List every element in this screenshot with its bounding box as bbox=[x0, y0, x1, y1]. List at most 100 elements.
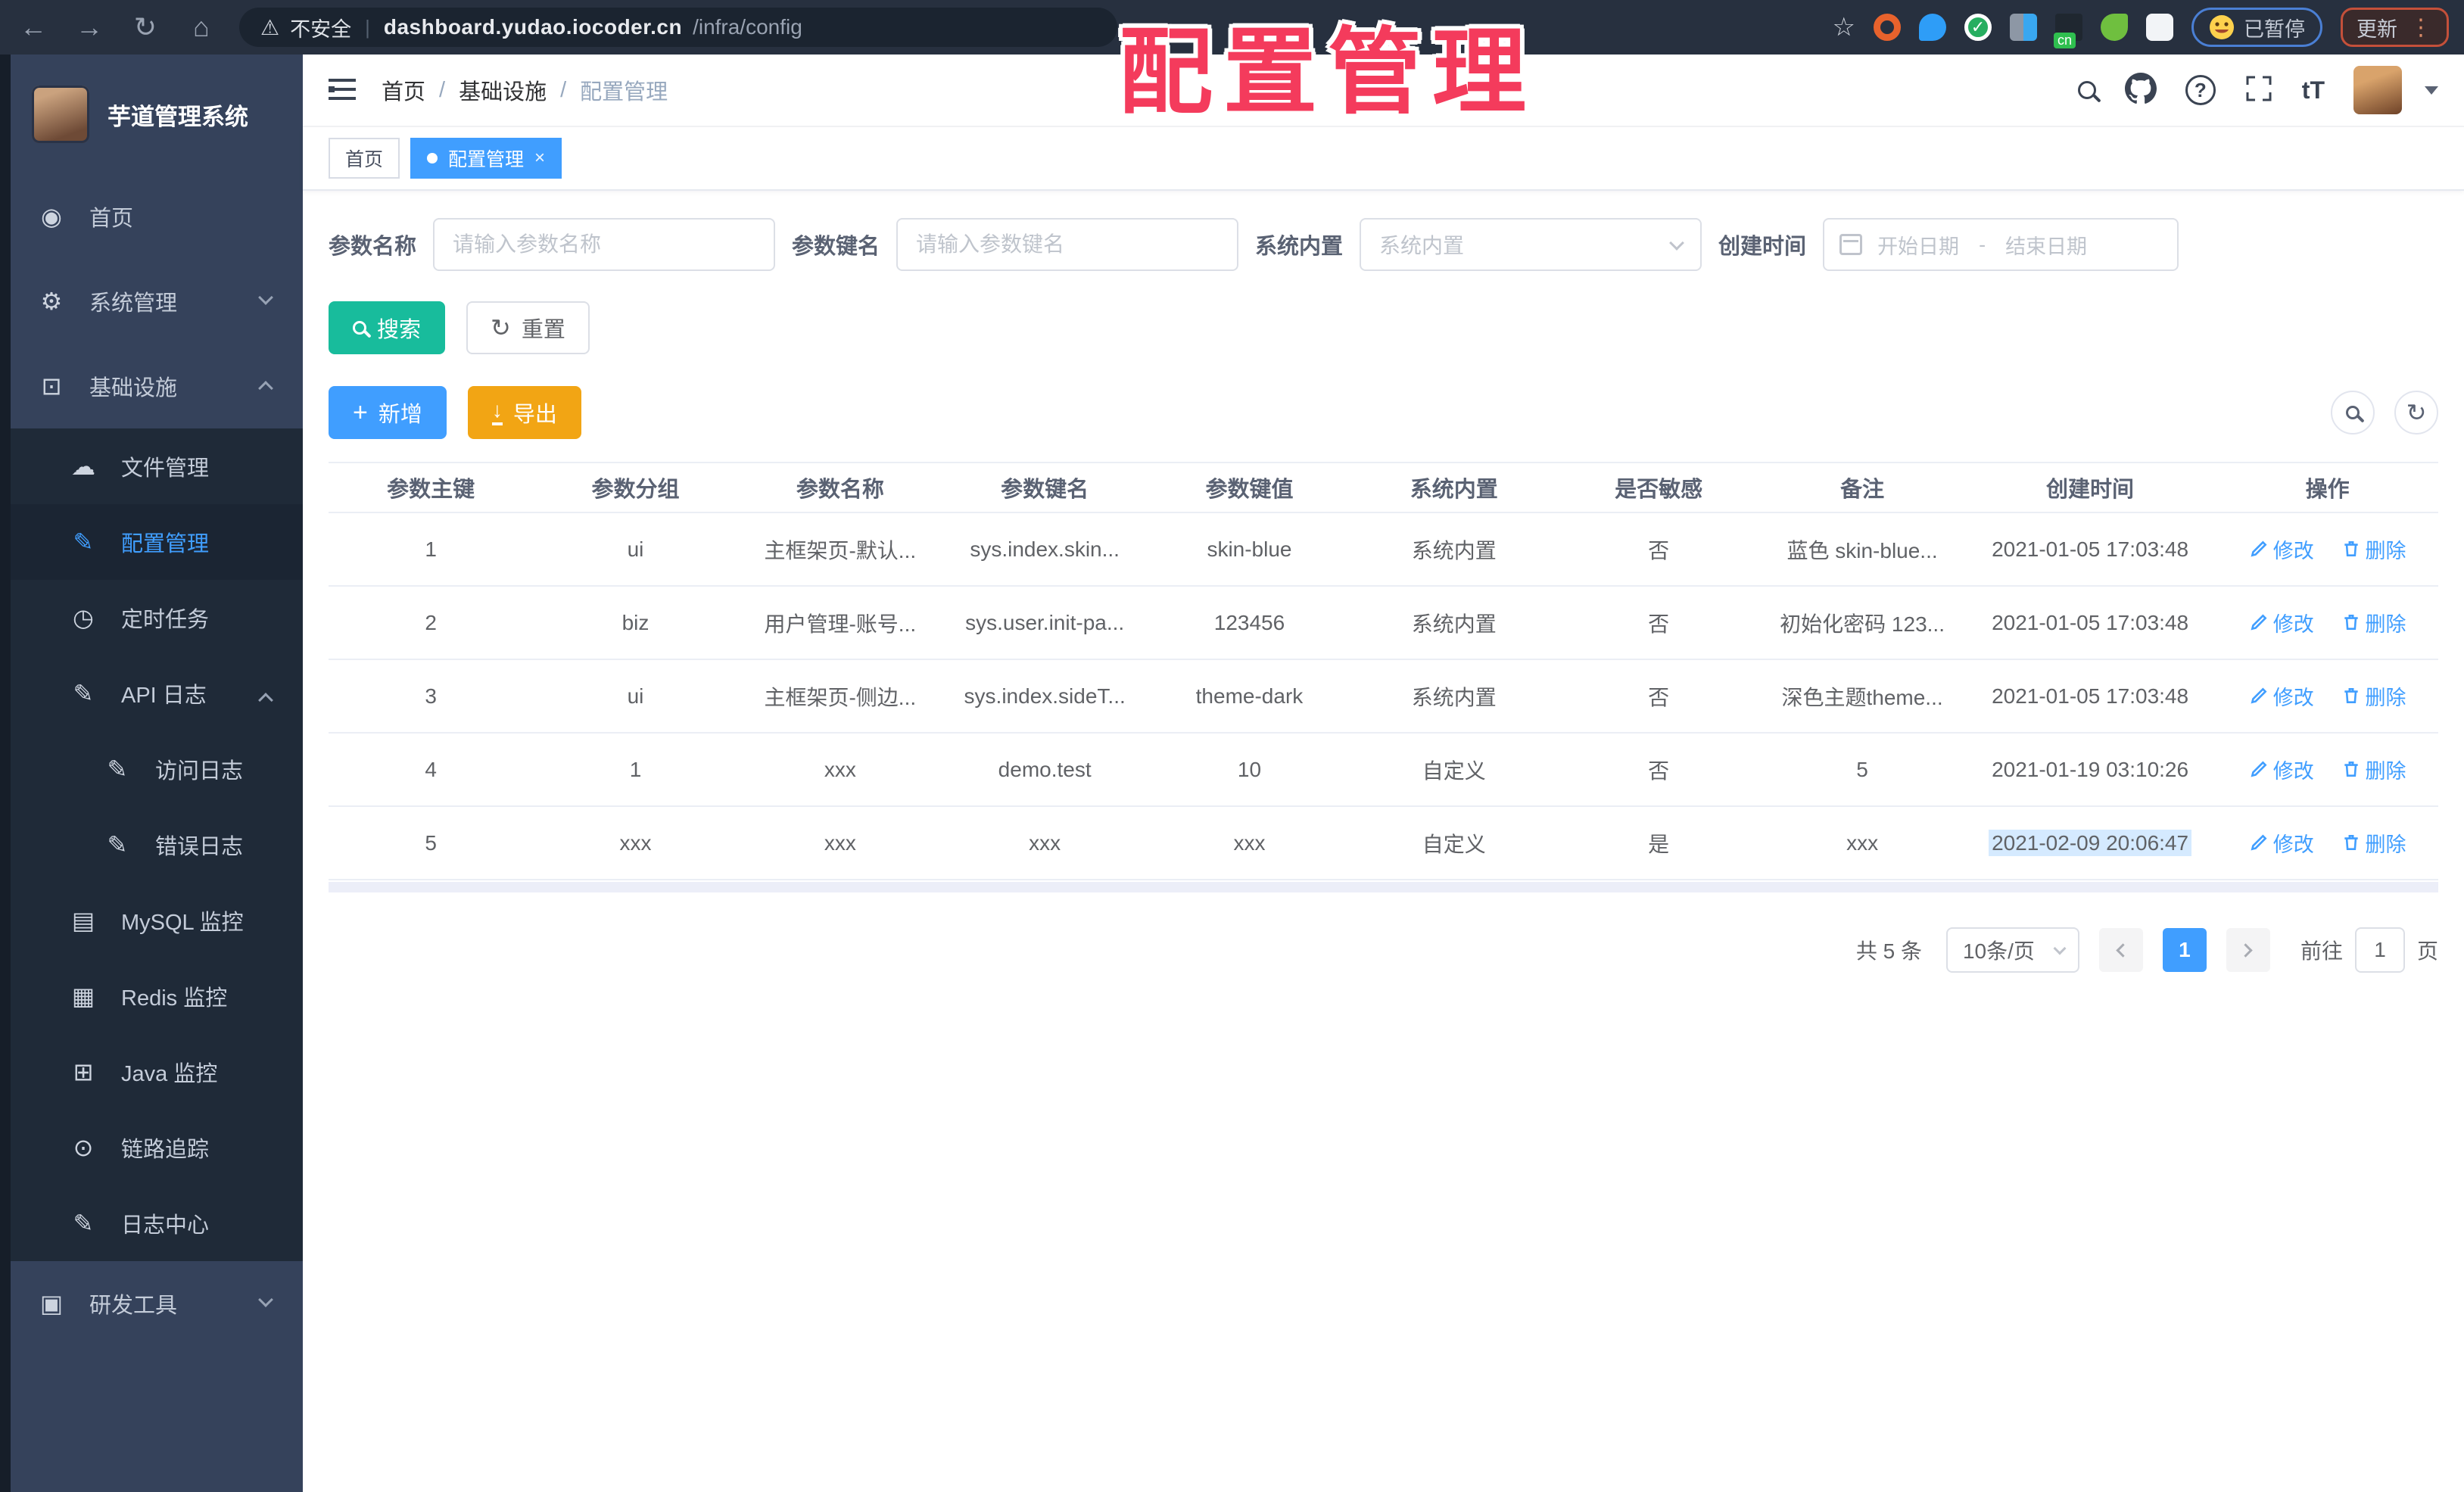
calendar-icon bbox=[1839, 234, 1863, 255]
filter-form: 参数名称 参数键名 系统内置 系统内置 创建时间 开始日期 - 结束日期 bbox=[329, 218, 2438, 271]
param-name-input[interactable] bbox=[433, 218, 776, 271]
cell-sensitive: 否 bbox=[1556, 659, 1762, 734]
cell-value: 123456 bbox=[1147, 586, 1352, 660]
edit-icon bbox=[2251, 540, 2267, 557]
sidebar-item-config[interactable]: ✎ 配置管理 bbox=[0, 504, 303, 580]
cell-name: 用户管理-账号... bbox=[737, 586, 942, 660]
type-select-placeholder: 系统内置 bbox=[1379, 234, 1465, 257]
page-size-select[interactable]: 10条/页 bbox=[1945, 927, 2079, 973]
sidebar-item-job[interactable]: ◷ 定时任务 bbox=[0, 580, 303, 656]
extension-check-icon[interactable]: ✓ bbox=[1964, 14, 1992, 41]
extension-cn-icon[interactable] bbox=[2054, 14, 2082, 48]
extension-icon[interactable] bbox=[1874, 14, 1901, 41]
trash-icon bbox=[2344, 541, 2358, 557]
sidebar-item-access-log[interactable]: ✎ 访问日志 bbox=[0, 731, 303, 807]
sidebar-item-error-log[interactable]: ✎ 错误日志 bbox=[0, 807, 303, 883]
export-button[interactable]: ↓ 导出 bbox=[467, 386, 581, 439]
chevron-up-icon bbox=[258, 693, 273, 708]
delete-link[interactable]: 删除 bbox=[2341, 534, 2406, 564]
cell-key: sys.user.init-pa... bbox=[942, 586, 1148, 660]
browser-home-icon[interactable]: ⌂ bbox=[183, 9, 220, 45]
extension-grid-icon[interactable] bbox=[2010, 14, 2037, 41]
sidebar-item-infra[interactable]: ⊡ 基础设施 bbox=[0, 344, 303, 428]
tag-config-active[interactable]: 配置管理 × bbox=[410, 138, 562, 179]
avatar[interactable] bbox=[2353, 66, 2402, 114]
dashboard-icon: ◉ bbox=[41, 203, 62, 230]
edit-link[interactable]: 修改 bbox=[2249, 828, 2314, 858]
toggle-search-button[interactable] bbox=[2331, 391, 2375, 435]
browser-reload-icon[interactable]: ↻ bbox=[127, 9, 164, 45]
chevron-down-icon bbox=[1669, 235, 1684, 251]
paused-extension-pill[interactable]: 已暂停 bbox=[2191, 8, 2322, 47]
font-size-icon[interactable]: tT bbox=[2302, 76, 2325, 104]
search-icon[interactable] bbox=[2077, 81, 2096, 99]
github-icon[interactable] bbox=[2124, 72, 2157, 108]
breadcrumb: 首页 / 基础设施 / 配置管理 bbox=[382, 74, 668, 106]
search-button[interactable]: 搜索 bbox=[329, 301, 446, 354]
sidebar-item-java[interactable]: ⊞ Java 监控 bbox=[0, 1034, 303, 1110]
prev-page-button[interactable] bbox=[2098, 928, 2143, 972]
java-monitor-icon: ⊞ bbox=[73, 1058, 94, 1086]
refresh-table-button[interactable]: ↻ bbox=[2394, 391, 2438, 435]
col-created: 创建时间 bbox=[1963, 463, 2217, 513]
edit-link[interactable]: 修改 bbox=[2249, 755, 2314, 784]
table-row: 1 ui 主框架页-默认... sys.index.skin... skin-b… bbox=[329, 512, 2438, 587]
sidebar-item-trace[interactable]: ⊙ 链路追踪 bbox=[0, 1110, 303, 1185]
delete-link[interactable]: 删除 bbox=[2341, 608, 2406, 637]
collapse-sidebar-icon[interactable] bbox=[329, 79, 356, 101]
col-param-id: 参数主键 bbox=[329, 463, 534, 513]
help-icon[interactable]: ? bbox=[2185, 75, 2216, 105]
breadcrumb-home[interactable]: 首页 bbox=[382, 74, 425, 106]
tag-label: 首页 bbox=[345, 149, 384, 170]
fullscreen-icon[interactable] bbox=[2244, 74, 2273, 107]
edit-link[interactable]: 修改 bbox=[2249, 534, 2314, 564]
close-icon[interactable]: × bbox=[534, 148, 545, 169]
edit-link[interactable]: 修改 bbox=[2249, 608, 2314, 637]
type-select[interactable]: 系统内置 bbox=[1360, 218, 1702, 271]
page-1-button[interactable]: 1 bbox=[2162, 928, 2207, 972]
delete-link[interactable]: 删除 bbox=[2341, 681, 2406, 711]
param-key-input[interactable] bbox=[896, 218, 1239, 271]
table-scrollbar[interactable] bbox=[329, 882, 2438, 892]
sidebar-item-file[interactable]: ☁ 文件管理 bbox=[0, 428, 303, 504]
extension-pin-icon[interactable] bbox=[1919, 14, 1946, 41]
extensions-puzzle-icon[interactable] bbox=[2146, 14, 2173, 41]
reset-icon: ↻ bbox=[491, 314, 511, 341]
breadcrumb-infra[interactable]: 基础设施 bbox=[459, 74, 547, 106]
browser-menu-kebab-icon[interactable]: ⋮ bbox=[2409, 14, 2433, 41]
sidebar-item-log-center[interactable]: ✎ 日志中心 bbox=[0, 1185, 303, 1261]
reset-button-label: 重置 bbox=[521, 318, 565, 342]
add-button[interactable]: + 新增 bbox=[329, 386, 447, 439]
browser-update-button[interactable]: 更新 ⋮ bbox=[2341, 8, 2449, 47]
security-label[interactable]: 不安全 bbox=[290, 13, 351, 42]
edit-link[interactable]: 修改 bbox=[2249, 681, 2314, 711]
tag-home[interactable]: 首页 bbox=[329, 138, 400, 179]
cell-type: 系统内置 bbox=[1351, 586, 1556, 660]
tags-view-bar: 首页 配置管理 × bbox=[303, 127, 2464, 191]
sidebar-item-api-log[interactable]: ✎ API 日志 bbox=[0, 656, 303, 731]
delete-link[interactable]: 删除 bbox=[2341, 828, 2406, 858]
address-bar[interactable]: ⚠ 不安全 | dashboard.yudao.iocoder.cn/infra… bbox=[239, 8, 1117, 47]
browser-back-icon[interactable]: ← bbox=[15, 9, 51, 45]
delete-label: 删除 bbox=[2365, 539, 2406, 562]
sidebar-item-devtools[interactable]: ▣ 研发工具 bbox=[0, 1261, 303, 1346]
goto-page-input[interactable] bbox=[2354, 927, 2405, 973]
refresh-icon: ↻ bbox=[2406, 399, 2427, 426]
browser-forward-icon[interactable]: → bbox=[71, 9, 107, 45]
bookmark-star-icon[interactable]: ☆ bbox=[1833, 12, 1855, 42]
sidebar-item-mysql[interactable]: ▤ MySQL 监控 bbox=[0, 883, 303, 958]
sidebar-item-label: 首页 bbox=[89, 207, 134, 231]
next-page-button[interactable] bbox=[2226, 928, 2270, 972]
sidebar-item-redis[interactable]: ▦ Redis 监控 bbox=[0, 958, 303, 1034]
delete-link[interactable]: 删除 bbox=[2341, 755, 2406, 784]
sidebar-item-system[interactable]: ⚙ 系统管理 bbox=[0, 259, 303, 344]
extension-leaf-icon[interactable] bbox=[2101, 14, 2128, 41]
sidebar-item-home[interactable]: ◉ 首页 bbox=[0, 174, 303, 259]
date-range-picker[interactable]: 开始日期 - 结束日期 bbox=[1823, 218, 2179, 271]
reset-button[interactable]: ↻ 重置 bbox=[466, 301, 590, 354]
caret-down-icon[interactable] bbox=[2425, 86, 2438, 95]
edit-icon bbox=[2251, 761, 2267, 777]
search-icon bbox=[2346, 406, 2360, 419]
sidebar-logo-row[interactable]: 芋道管理系统 bbox=[0, 55, 303, 174]
update-label: 更新 bbox=[2357, 17, 2397, 41]
